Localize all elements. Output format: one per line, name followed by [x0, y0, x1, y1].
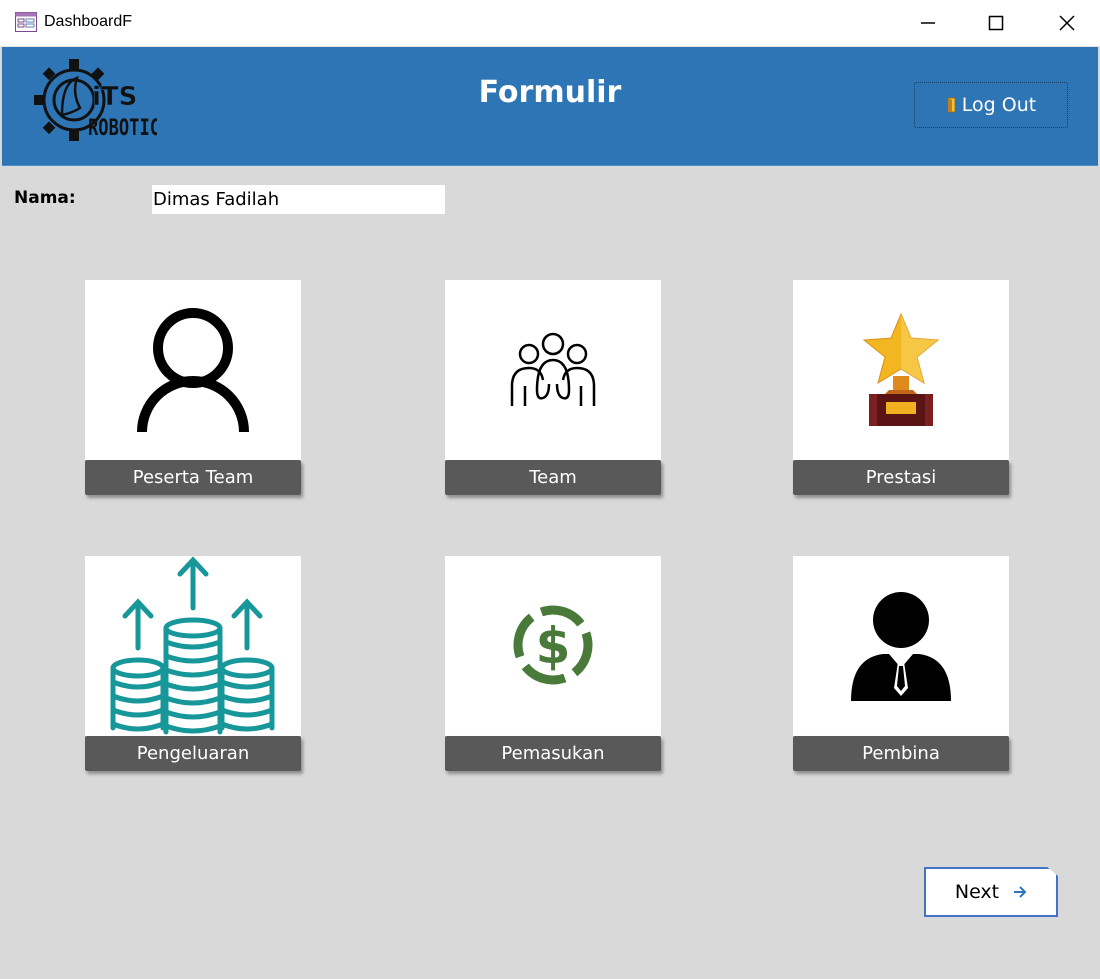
businessman-icon	[851, 592, 951, 701]
pemasukan-button[interactable]: Pemasukan	[445, 736, 661, 771]
person-icon	[137, 308, 249, 433]
minimize-button[interactable]	[905, 0, 951, 46]
pengeluaran-image[interactable]	[85, 556, 301, 736]
prestasi-card[interactable]: Prestasi	[793, 280, 1009, 496]
logout-label: Log Out	[961, 94, 1037, 116]
pembina-card[interactable]: Pembina	[793, 556, 1009, 772]
maximize-icon	[988, 15, 1004, 31]
form-app-icon	[15, 12, 37, 32]
close-button[interactable]	[1044, 0, 1090, 46]
maximize-button[interactable]	[973, 0, 1019, 46]
team-image[interactable]	[445, 280, 661, 460]
team-card[interactable]: Team	[445, 280, 661, 496]
window-title: DashboardF	[44, 13, 133, 30]
pemasukan-card[interactable]: $ Pemasukan	[445, 556, 661, 772]
next-label: Next	[954, 881, 1000, 903]
door-exit-icon	[947, 97, 956, 113]
pengeluaran-button[interactable]: Pengeluaran	[85, 736, 301, 771]
pembina-button[interactable]: Pembina	[793, 736, 1009, 771]
peserta-team-image[interactable]	[85, 280, 301, 460]
group-icon	[510, 332, 596, 406]
pengeluaran-card[interactable]: Pengeluaran	[85, 556, 301, 772]
close-icon	[1059, 15, 1075, 31]
trophy-icon	[862, 312, 940, 426]
nama-field[interactable]	[152, 185, 445, 214]
pemasukan-image[interactable]: $	[445, 556, 661, 736]
coins-up-icon	[110, 556, 275, 735]
svg-text:$: $	[536, 617, 571, 675]
header-banner: iTS ROBOTICS Formulir Log Out	[2, 47, 1098, 166]
pembina-image[interactable]	[793, 556, 1009, 736]
dollar-circle-icon: $	[513, 605, 593, 685]
svg-text:ROBOTICS: ROBOTICS	[88, 115, 157, 141]
nama-label: Nama:	[14, 188, 76, 208]
app-window: DashboardF iTS ROBOTI Formulir Log Out N…	[0, 0, 1100, 979]
peserta-team-button[interactable]: Peserta Team	[85, 460, 301, 495]
next-button[interactable]: Next	[924, 867, 1058, 917]
team-button[interactable]: Team	[445, 460, 661, 495]
prestasi-button[interactable]: Prestasi	[793, 460, 1009, 495]
minimize-icon	[921, 22, 935, 24]
peserta-team-card[interactable]: Peserta Team	[85, 280, 301, 496]
title-bar: DashboardF	[0, 0, 1100, 47]
arrow-right-icon	[1014, 886, 1027, 898]
logout-button[interactable]: Log Out	[914, 82, 1068, 128]
prestasi-image[interactable]	[793, 280, 1009, 460]
